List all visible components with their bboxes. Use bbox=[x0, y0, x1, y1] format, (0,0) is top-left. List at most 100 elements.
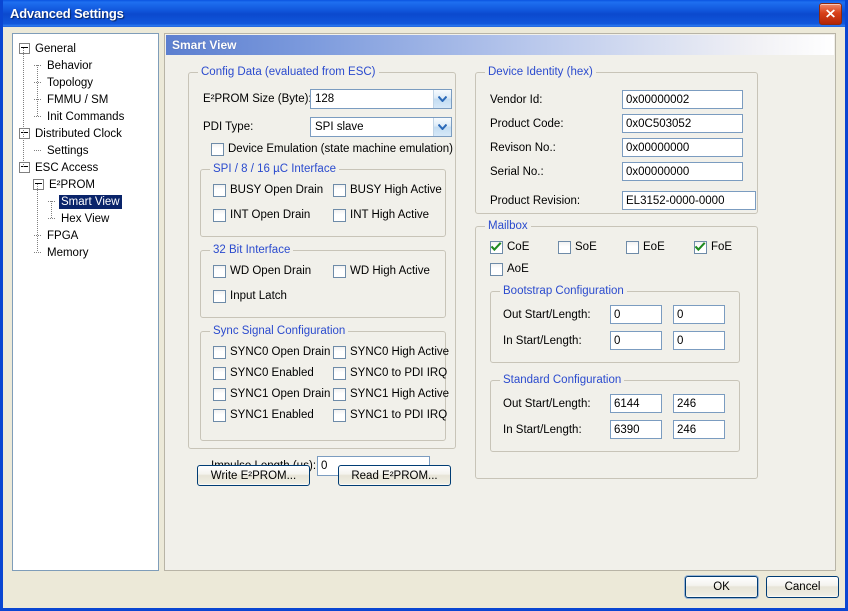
chevron-down-icon bbox=[438, 96, 447, 102]
sidebar-item-label: General bbox=[35, 42, 76, 55]
device-identity-group-title: Device Identity (hex) bbox=[485, 66, 596, 78]
sidebar-item-hex-view[interactable]: Hex View bbox=[13, 210, 158, 227]
input-latch-label: Input Latch bbox=[230, 290, 287, 302]
bit32-interface-group-title: 32 Bit Interface bbox=[210, 244, 294, 256]
collapse-icon[interactable] bbox=[19, 43, 30, 54]
sync0-to-pdi-irq-checkbox[interactable]: SYNC0 to PDI IRQ bbox=[333, 367, 447, 380]
window-title: Advanced Settings bbox=[10, 6, 124, 21]
read-eeprom-button[interactable]: Read E²PROM... bbox=[338, 465, 451, 486]
product-revision-input[interactable]: EL3152-0000-0000 bbox=[622, 191, 756, 210]
standard-out-label: Out Start/Length: bbox=[503, 398, 591, 410]
sidebar-item-smart-view[interactable]: Smart View bbox=[13, 193, 158, 210]
sidebar-item-e-prom[interactable]: E²PROM bbox=[13, 176, 158, 193]
int-high-active-label: INT High Active bbox=[350, 209, 430, 221]
title-bar: Advanced Settings bbox=[3, 0, 845, 27]
sidebar-item-esc-access[interactable]: ESC Access bbox=[13, 159, 158, 176]
tree-branch-line bbox=[33, 142, 45, 159]
standard-configuration-group-title: Standard Configuration bbox=[500, 374, 625, 386]
checkbox-box bbox=[213, 367, 226, 380]
collapse-icon[interactable] bbox=[19, 162, 30, 173]
revision-no-input[interactable]: 0x00000000 bbox=[622, 138, 743, 157]
sync0-high-active-checkbox[interactable]: SYNC0 High Active bbox=[333, 346, 449, 359]
sync1-open-drain-checkbox[interactable]: SYNC1 Open Drain bbox=[213, 388, 330, 401]
sync-signal-group: Sync Signal Configuration SYNC0 Open Dra… bbox=[200, 325, 449, 441]
sync1-enabled-checkbox[interactable]: SYNC1 Enabled bbox=[213, 409, 314, 422]
device-emulation-label: Device Emulation (state machine emulatio… bbox=[228, 143, 453, 155]
tree-branch-line bbox=[33, 227, 45, 244]
ok-button[interactable]: OK bbox=[685, 576, 758, 598]
tree-branch-line bbox=[47, 193, 59, 210]
wd-high-active-checkbox[interactable]: WD High Active bbox=[333, 265, 430, 278]
bootstrap-configuration-group: Bootstrap Configuration Out Start/Length… bbox=[490, 285, 740, 363]
eeprom-size-dropdown-arrow[interactable] bbox=[433, 90, 451, 108]
checkbox-box bbox=[213, 184, 226, 197]
checkbox-box bbox=[213, 409, 226, 422]
eeprom-size-dropdown[interactable]: 128 bbox=[310, 89, 452, 109]
int-open-drain-label: INT Open Drain bbox=[230, 209, 311, 221]
bootstrap-in-length-input[interactable]: 0 bbox=[673, 331, 725, 350]
product-code-label: Product Code: bbox=[490, 118, 564, 130]
sidebar-item-topology[interactable]: Topology bbox=[13, 74, 158, 91]
sidebar-item-label: Settings bbox=[47, 144, 89, 157]
navigation-tree: General Behavior Topology FMMU / SM Init Com… bbox=[13, 34, 158, 261]
config-data-group-title: Config Data (evaluated from ESC) bbox=[198, 66, 379, 78]
aoe-checkbox[interactable]: AoE bbox=[490, 263, 529, 276]
standard-in-start-input[interactable]: 6390 bbox=[610, 420, 662, 439]
device-identity-group: Device Identity (hex) Vendor Id: 0x00000… bbox=[475, 66, 758, 214]
checkbox-box bbox=[626, 241, 639, 254]
sidebar-item-behavior[interactable]: Behavior bbox=[13, 57, 158, 74]
pdi-type-value: SPI slave bbox=[315, 121, 364, 133]
sync1-high-active-checkbox[interactable]: SYNC1 High Active bbox=[333, 388, 449, 401]
sidebar-item-fmmu-sm[interactable]: FMMU / SM bbox=[13, 91, 158, 108]
navigation-tree-panel[interactable]: General Behavior Topology FMMU / SM Init Com… bbox=[12, 33, 159, 571]
tree-branch-line bbox=[33, 244, 45, 261]
pdi-type-dropdown-arrow[interactable] bbox=[433, 118, 451, 136]
input-latch-checkbox[interactable]: Input Latch bbox=[213, 290, 287, 303]
sync1-to-pdi-irq-checkbox[interactable]: SYNC1 to PDI IRQ bbox=[333, 409, 447, 422]
checkbox-box bbox=[333, 409, 346, 422]
busy-open-drain-checkbox[interactable]: BUSY Open Drain bbox=[213, 184, 323, 197]
standard-out-length-input[interactable]: 246 bbox=[673, 394, 725, 413]
int-open-drain-checkbox[interactable]: INT Open Drain bbox=[213, 209, 310, 222]
int-high-active-checkbox[interactable]: INT High Active bbox=[333, 209, 429, 222]
coe-checkbox[interactable]: CoE bbox=[490, 241, 529, 254]
sync-signal-group-title: Sync Signal Configuration bbox=[210, 325, 349, 337]
vendor-id-input[interactable]: 0x00000002 bbox=[622, 90, 743, 109]
busy-high-active-checkbox[interactable]: BUSY High Active bbox=[333, 184, 442, 197]
sync0-open-drain-label: SYNC0 Open Drain bbox=[230, 346, 331, 358]
device-emulation-checkbox[interactable]: Device Emulation (state machine emulatio… bbox=[211, 143, 453, 156]
collapse-icon[interactable] bbox=[19, 128, 30, 139]
checkbox-box bbox=[333, 265, 346, 278]
pdi-type-label: PDI Type: bbox=[203, 121, 254, 133]
vendor-id-label: Vendor Id: bbox=[490, 94, 543, 106]
checkbox-box bbox=[694, 241, 707, 254]
standard-out-start-input[interactable]: 6144 bbox=[610, 394, 662, 413]
serial-no-input[interactable]: 0x00000000 bbox=[622, 162, 743, 181]
bootstrap-in-start-input[interactable]: 0 bbox=[610, 331, 662, 350]
eoe-checkbox[interactable]: EoE bbox=[626, 241, 665, 254]
soe-checkbox[interactable]: SoE bbox=[558, 241, 597, 254]
standard-in-length-input[interactable]: 246 bbox=[673, 420, 725, 439]
sidebar-item-fpga[interactable]: FPGA bbox=[13, 227, 158, 244]
sidebar-item-memory[interactable]: Memory bbox=[13, 244, 158, 261]
sidebar-item-distributed-clock[interactable]: Distributed Clock bbox=[13, 125, 158, 142]
collapse-icon[interactable] bbox=[33, 179, 44, 190]
sync0-enabled-checkbox[interactable]: SYNC0 Enabled bbox=[213, 367, 314, 380]
sidebar-item-init-commands[interactable]: Init Commands bbox=[13, 108, 158, 125]
foe-checkbox[interactable]: FoE bbox=[694, 241, 732, 254]
tree-branch-line bbox=[33, 108, 45, 125]
wd-open-drain-checkbox[interactable]: WD Open Drain bbox=[213, 265, 311, 278]
product-revision-label: Product Revision: bbox=[490, 195, 581, 207]
close-button[interactable] bbox=[819, 2, 842, 25]
write-eeprom-button[interactable]: Write E²PROM... bbox=[197, 465, 310, 486]
tree-branch-line bbox=[33, 57, 45, 74]
bootstrap-out-start-input[interactable]: 0 bbox=[610, 305, 662, 324]
product-code-input[interactable]: 0x0C503052 bbox=[622, 114, 743, 133]
cancel-button[interactable]: Cancel bbox=[766, 576, 839, 598]
sync0-to-pdi-irq-label: SYNC0 to PDI IRQ bbox=[350, 367, 448, 379]
pdi-type-dropdown[interactable]: SPI slave bbox=[310, 117, 452, 137]
bootstrap-out-length-input[interactable]: 0 bbox=[673, 305, 725, 324]
sidebar-item-general[interactable]: General bbox=[13, 40, 158, 57]
sidebar-item-settings[interactable]: Settings bbox=[13, 142, 158, 159]
sync0-open-drain-checkbox[interactable]: SYNC0 Open Drain bbox=[213, 346, 330, 359]
